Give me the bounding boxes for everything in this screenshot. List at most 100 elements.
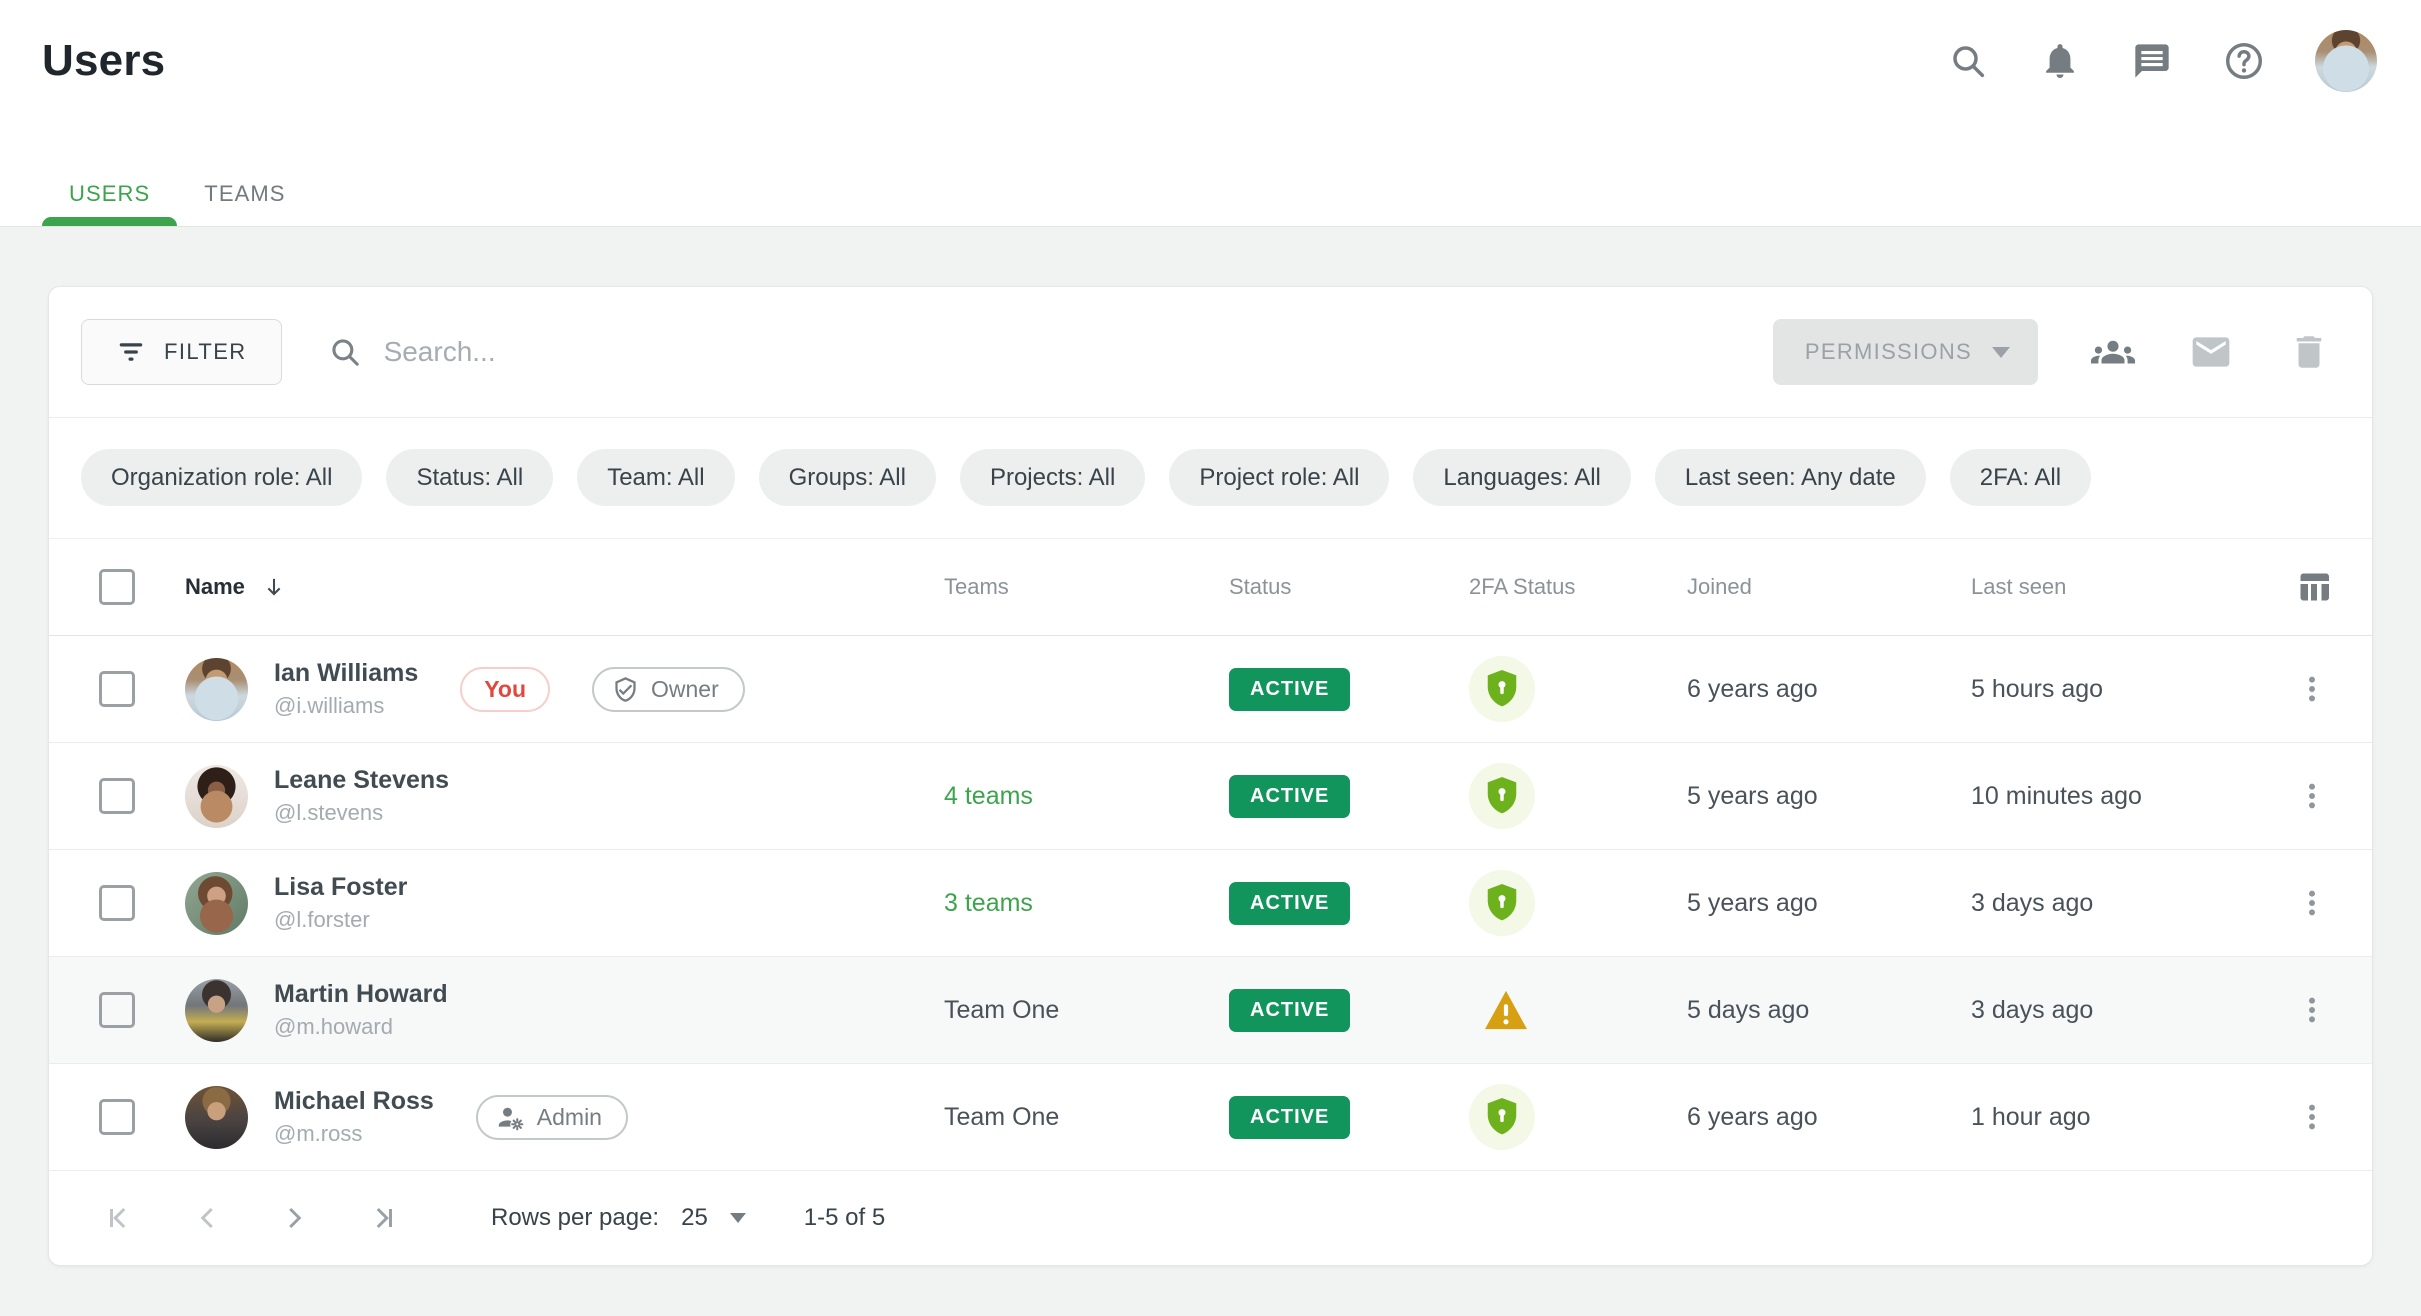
row-checkbox[interactable] [99, 1099, 135, 1135]
you-badge: You [460, 667, 550, 712]
app-header: Users [0, 0, 2421, 227]
tab-teams-label: TEAMS [204, 181, 285, 207]
row-checkbox[interactable] [99, 671, 135, 707]
shield-check-icon [612, 676, 639, 703]
user-name[interactable]: Martin Howard [274, 981, 448, 1009]
user-name[interactable]: Ian Williams [274, 660, 418, 688]
users-card: FILTER PERMISSIONS [48, 286, 2373, 1266]
search-bar [328, 335, 1773, 369]
search-input[interactable] [384, 336, 1144, 368]
table-row[interactable]: Lisa Foster @l.forster 3 teams ACTIVE 5 … [49, 850, 2372, 957]
row-menu-icon[interactable] [2292, 883, 2332, 923]
column-settings-icon[interactable] [2296, 569, 2332, 605]
avatar [185, 872, 248, 935]
main-content: FILTER PERMISSIONS [0, 227, 2421, 1266]
first-page-icon[interactable] [103, 1199, 141, 1237]
sort-descending-icon [261, 574, 287, 600]
teams-cell: Team One [920, 1103, 1205, 1132]
row-checkbox[interactable] [99, 885, 135, 921]
search-icon[interactable] [1947, 40, 1989, 82]
rows-per-page-select[interactable]: 25 [681, 1204, 746, 1232]
messages-icon[interactable] [2131, 40, 2173, 82]
permissions-button-label: PERMISSIONS [1805, 339, 1972, 365]
user-handle: @i.williams [274, 694, 418, 718]
filter-button[interactable]: FILTER [81, 319, 282, 385]
avatar [185, 658, 248, 721]
user-handle: @m.ross [274, 1122, 434, 1146]
pagination-bar: Rows per page: 25 1-5 of 5 [49, 1171, 2372, 1265]
tab-users[interactable]: USERS [42, 162, 177, 226]
user-name[interactable]: Leane Stevens [274, 767, 449, 795]
filter-chip-2fa[interactable]: 2FA: All [1950, 449, 2091, 506]
mail-icon[interactable] [2188, 329, 2234, 375]
column-header-last-seen: Last seen [1947, 574, 2272, 600]
table-row[interactable]: Leane Stevens @l.stevens 4 teams ACTIVE … [49, 743, 2372, 850]
user-handle: @l.stevens [274, 801, 449, 825]
column-header-teams: Teams [920, 574, 1205, 600]
filter-chip-organization-role[interactable]: Organization role: All [81, 449, 362, 506]
row-checkbox[interactable] [99, 992, 135, 1028]
row-menu-icon[interactable] [2292, 669, 2332, 709]
table-row[interactable]: Ian Williams @i.williams You Owner ACTIV… [49, 636, 2372, 743]
twofa-enabled-icon [1469, 656, 1535, 722]
twofa-enabled-icon [1469, 870, 1535, 936]
table-header: Name Teams Status 2FA Status Joined Last… [49, 539, 2372, 636]
table-body: Ian Williams @i.williams You Owner ACTIV… [49, 636, 2372, 1171]
select-all-checkbox[interactable] [99, 569, 135, 605]
joined-cell: 6 years ago [1663, 675, 1947, 704]
notifications-icon[interactable] [2039, 40, 2081, 82]
teams-link[interactable]: 4 teams [944, 782, 1033, 810]
teams-link[interactable]: 3 teams [944, 889, 1033, 917]
owner-badge: Owner [592, 667, 745, 712]
last-seen-cell: 3 days ago [1947, 996, 2272, 1025]
tab-users-label: USERS [69, 181, 150, 207]
joined-cell: 5 years ago [1663, 889, 1947, 918]
user-name[interactable]: Michael Ross [274, 1088, 434, 1116]
last-seen-cell: 3 days ago [1947, 889, 2272, 918]
filter-chip-groups[interactable]: Groups: All [759, 449, 936, 506]
permissions-button[interactable]: PERMISSIONS [1773, 319, 2038, 385]
status-badge: ACTIVE [1229, 775, 1350, 818]
filter-chip-team[interactable]: Team: All [577, 449, 734, 506]
filter-chip-project-role[interactable]: Project role: All [1169, 449, 1389, 506]
filter-chips-row: Organization role: All Status: All Team:… [49, 418, 2372, 539]
table-row[interactable]: Martin Howard @m.howard Team One ACTIVE … [49, 957, 2372, 1064]
user-handle: @l.forster [274, 908, 407, 932]
next-page-icon[interactable] [275, 1199, 313, 1237]
chevron-down-icon [1992, 347, 2010, 358]
row-menu-icon[interactable] [2292, 1097, 2332, 1137]
person-gear-icon [496, 1103, 525, 1132]
last-page-icon[interactable] [361, 1199, 399, 1237]
table-row[interactable]: Michael Ross @m.ross [49, 1064, 2372, 1171]
filter-chip-status[interactable]: Status: All [386, 449, 553, 506]
help-icon[interactable] [2223, 40, 2265, 82]
column-header-2fa: 2FA Status [1445, 574, 1663, 600]
twofa-enabled-icon [1469, 1084, 1535, 1150]
filter-chip-last-seen[interactable]: Last seen: Any date [1655, 449, 1926, 506]
filter-button-label: FILTER [164, 339, 247, 365]
search-icon [328, 335, 362, 369]
filter-chip-languages[interactable]: Languages: All [1413, 449, 1630, 506]
previous-page-icon[interactable] [189, 1199, 227, 1237]
bulk-action-icons [2090, 329, 2332, 375]
groups-icon[interactable] [2090, 329, 2136, 375]
row-menu-icon[interactable] [2292, 990, 2332, 1030]
trash-icon[interactable] [2286, 329, 2332, 375]
tab-teams[interactable]: TEAMS [177, 162, 312, 226]
row-checkbox[interactable] [99, 778, 135, 814]
admin-badge: Admin [476, 1095, 628, 1140]
user-avatar[interactable] [2315, 30, 2377, 92]
column-header-name[interactable]: Name [185, 574, 920, 600]
filter-icon [116, 337, 146, 367]
chevron-down-icon [730, 1213, 746, 1223]
status-badge: ACTIVE [1229, 668, 1350, 711]
joined-cell: 6 years ago [1663, 1103, 1947, 1132]
top-actions [1947, 30, 2377, 92]
row-menu-icon[interactable] [2292, 776, 2332, 816]
pagination-range: 1-5 of 5 [804, 1204, 885, 1232]
last-seen-cell: 5 hours ago [1947, 675, 2272, 704]
user-name[interactable]: Lisa Foster [274, 874, 407, 902]
user-handle: @m.howard [274, 1015, 448, 1039]
filter-chip-projects[interactable]: Projects: All [960, 449, 1145, 506]
avatar [185, 765, 248, 828]
